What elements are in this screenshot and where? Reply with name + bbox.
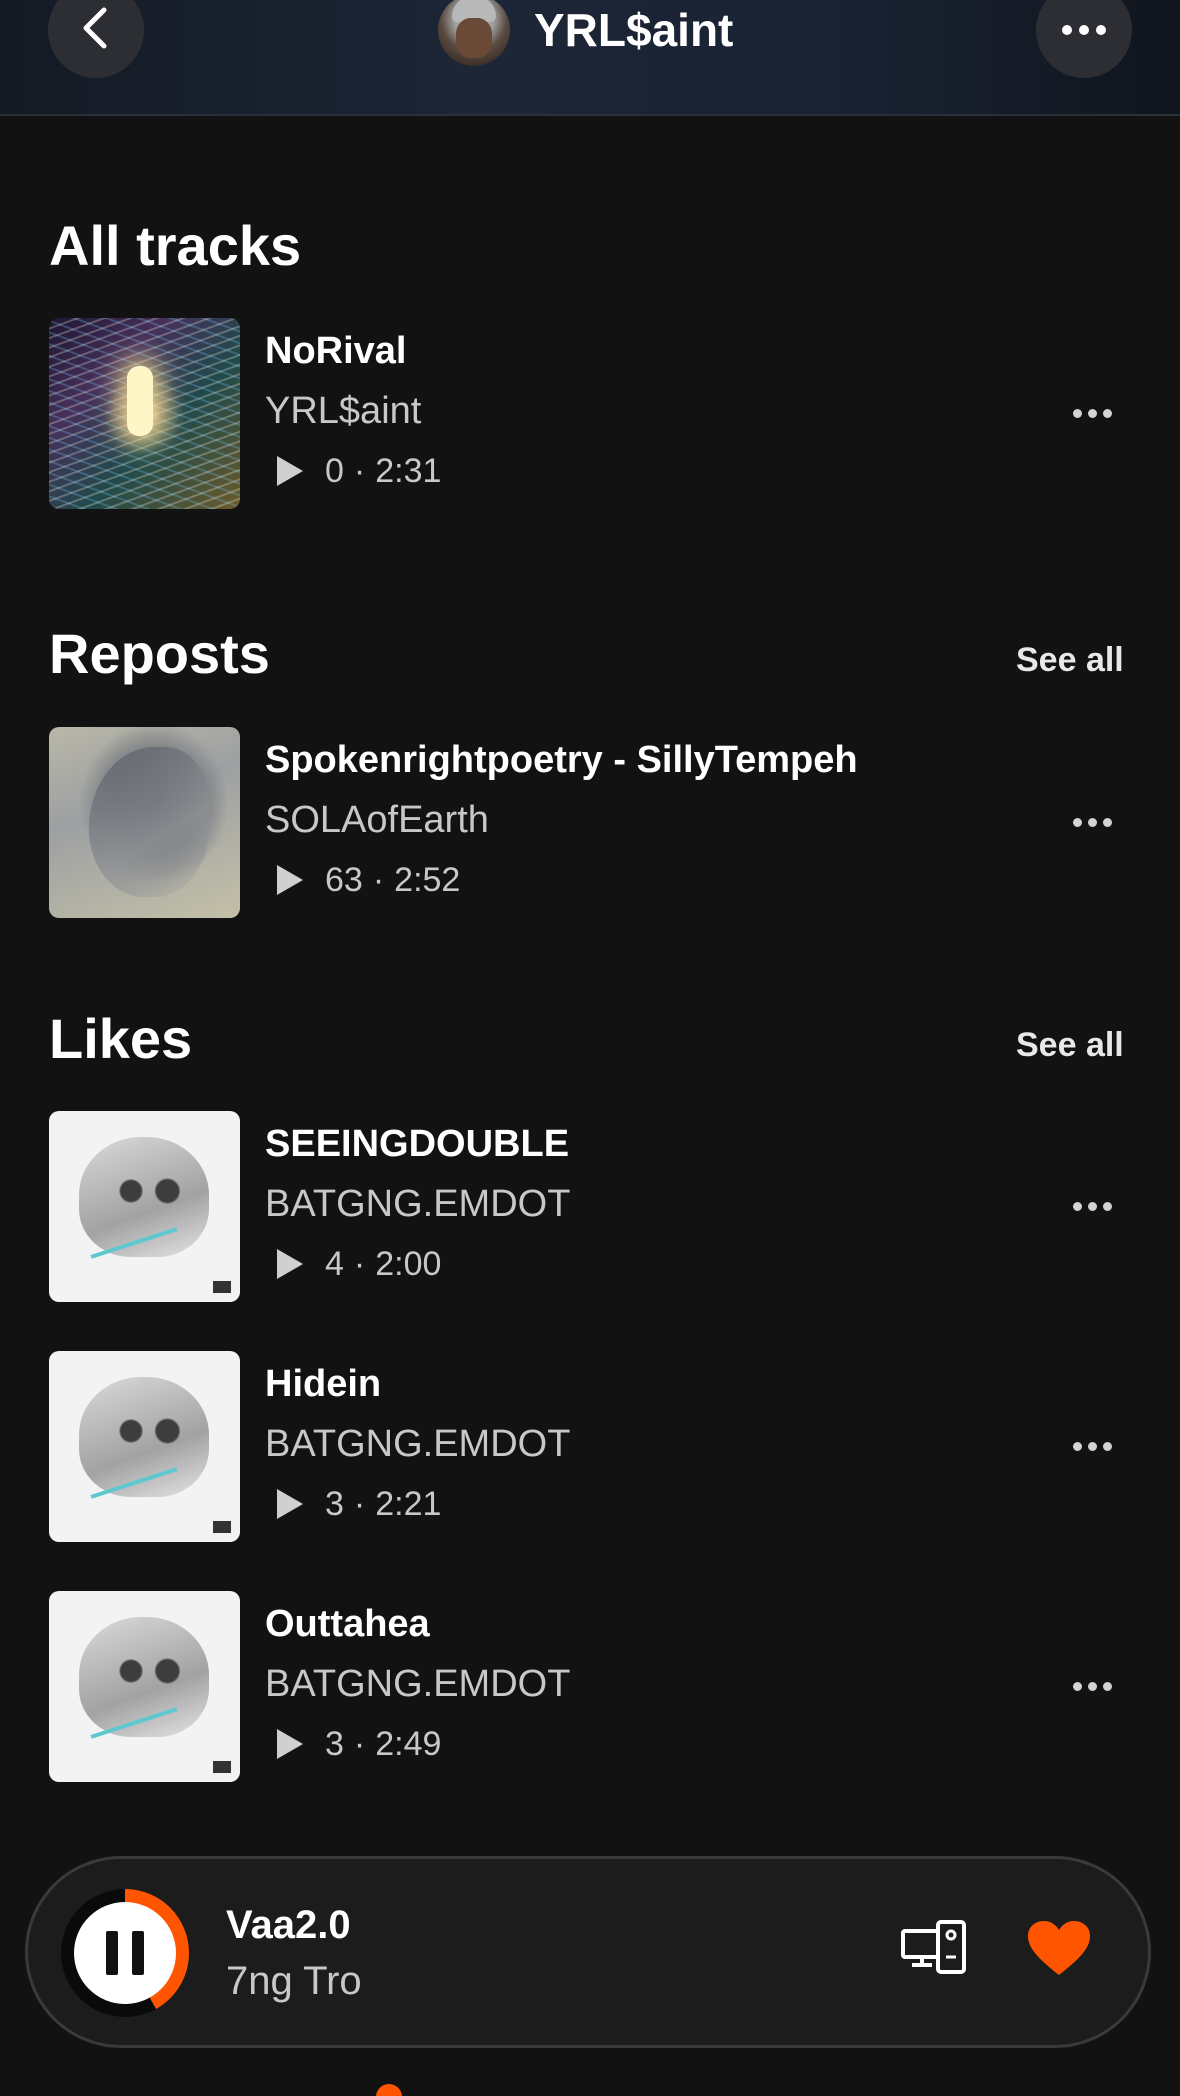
play-count: 3 [325,1724,344,1763]
avatar[interactable] [438,0,510,66]
pause-icon [106,1931,144,1975]
more-horizontal-icon [1062,25,1106,35]
track-title: SEEINGDOUBLE [265,1123,570,1165]
pause-button[interactable] [74,1902,176,2004]
track-duration: 2:00 [375,1244,442,1283]
track-more-button[interactable] [1057,1183,1127,1229]
track-row[interactable]: Spokenrightpoetry - SillyTempeh SOLAofEa… [49,727,1131,919]
track-artist: SOLAofEarth [265,799,489,841]
track-more-button[interactable] [1057,1663,1127,1709]
track-stats: 4 · 2:00 [265,1241,441,1287]
reposts-see-all-link[interactable]: See all [1016,640,1124,680]
back-button[interactable] [48,0,144,78]
heart-icon [1026,1921,1092,1983]
mini-player[interactable]: Vaa2.0 7ng Tro [25,1856,1151,2048]
now-playing-artist: 7ng Tro [226,1959,362,2003]
nav-indicator-dot [376,2084,402,2096]
play-count: 63 [325,860,363,899]
track-stats: 3 · 2:21 [265,1481,441,1527]
chevron-left-icon [76,6,116,55]
track-row[interactable]: Hidein BATGNG.EMDOT 3 · 2:21 [49,1351,1131,1543]
section-title-all-tracks: All tracks [49,214,302,277]
track-artwork [49,1111,240,1302]
more-horizontal-icon [1072,408,1112,418]
separator: · [353,1484,366,1523]
play-icon [277,1489,303,1519]
more-horizontal-icon [1072,1681,1112,1691]
likes-see-all-link[interactable]: See all [1016,1025,1124,1065]
track-row[interactable]: NoRival YRL$aint 0 · 2:31 [49,318,1131,510]
track-row[interactable]: Outtahea BATGNG.EMDOT 3 · 2:49 [49,1591,1131,1783]
devices-button[interactable] [900,1919,968,1975]
track-title: NoRival [265,330,407,372]
track-duration: 2:21 [375,1484,442,1523]
separator: · [353,1724,366,1763]
track-artwork [49,727,240,918]
section-title-likes: Likes [49,1007,193,1070]
track-row[interactable]: SEEINGDOUBLE BATGNG.EMDOT 4 · 2:00 [49,1111,1131,1303]
play-icon [277,865,303,895]
play-icon [277,456,303,486]
track-artwork [49,1591,240,1782]
devices-icon [900,1920,968,1979]
track-artist: BATGNG.EMDOT [265,1423,571,1465]
more-horizontal-icon [1072,1441,1112,1451]
play-count: 4 [325,1244,344,1283]
separator: · [372,860,385,899]
track-title: Outtahea [265,1603,430,1645]
play-icon [277,1249,303,1279]
playback-progress-ring [61,1889,189,2017]
header-bar: YRL$aint [0,0,1180,116]
track-stats: 3 · 2:49 [265,1721,441,1767]
play-icon [277,1729,303,1759]
section-title-reposts: Reposts [49,622,270,685]
track-artist: BATGNG.EMDOT [265,1183,571,1225]
track-duration: 2:31 [375,451,442,490]
like-button[interactable] [1026,1919,1092,1979]
track-stats: 63 · 2:52 [265,857,460,903]
more-horizontal-icon [1072,817,1112,827]
separator: · [353,1244,366,1283]
now-playing-title: Vaa2.0 [226,1903,351,1947]
track-artwork [49,1351,240,1542]
track-artist: BATGNG.EMDOT [265,1663,571,1705]
track-duration: 2:52 [394,860,461,899]
more-horizontal-icon [1072,1201,1112,1211]
track-artwork [49,318,240,509]
track-artist: YRL$aint [265,390,422,432]
separator: · [353,451,366,490]
header-more-button[interactable] [1036,0,1132,78]
play-count: 3 [325,1484,344,1523]
track-stats: 0 · 2:31 [265,448,441,494]
page-title: YRL$aint [534,4,734,56]
track-more-button[interactable] [1057,799,1127,845]
track-more-button[interactable] [1057,1423,1127,1469]
track-more-button[interactable] [1057,390,1127,436]
track-title: Spokenrightpoetry - SillyTempeh [265,739,858,781]
play-count: 0 [325,451,344,490]
track-duration: 2:49 [375,1724,442,1763]
track-title: Hidein [265,1363,382,1405]
profile-page: YRL$aint All tracks NoRival YRL$aint 0 ·… [0,0,1180,2096]
